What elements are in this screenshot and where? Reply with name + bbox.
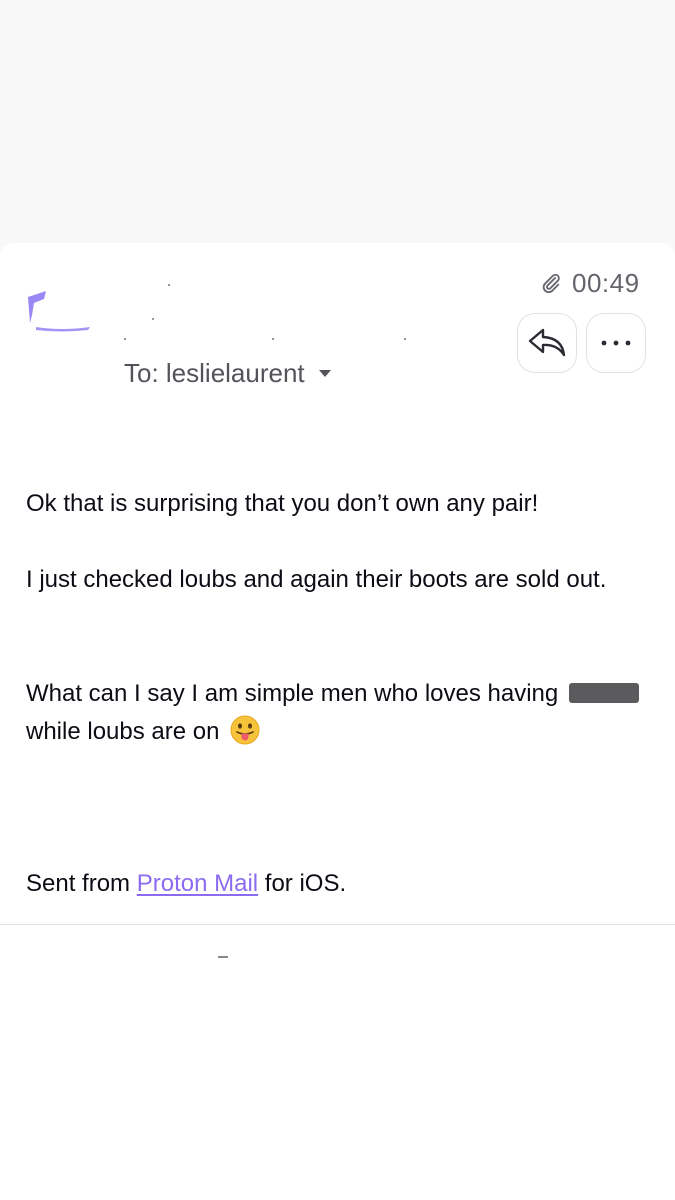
reply-button[interactable] [517, 313, 577, 373]
redaction-bar [568, 683, 639, 703]
proton-mail-link[interactable]: Proton Mail [137, 870, 258, 897]
signature-suffix: for iOS. [258, 870, 347, 897]
dash-mark [218, 956, 228, 958]
paragraph-3-start: What can I say I am simple men who loves… [26, 680, 559, 707]
reply-icon [528, 328, 566, 357]
divider [0, 924, 675, 925]
message-time: 00:49 [572, 268, 640, 298]
message-paragraph-3: What can I say I am simple men who loves… [26, 675, 666, 751]
paperclip-icon [542, 273, 560, 294]
message-paragraph-1: Ok that is surprising that you don’t own… [26, 490, 539, 517]
caret-down-icon [318, 370, 331, 377]
sender-name-redacted[interactable] [122, 284, 422, 348]
message-paragraph-2: I just checked loubs and again their boo… [26, 566, 607, 593]
signature: Sent from Proton Mail for iOS. [26, 865, 666, 903]
more-dots-icon [601, 340, 631, 346]
signature-prefix: Sent from [26, 870, 137, 897]
sender-avatar [28, 291, 90, 332]
tongue-out-emoji-icon [230, 715, 260, 745]
more-options-button[interactable] [586, 313, 646, 373]
recipient-label: To: leslielaurent [124, 358, 305, 388]
paragraph-3-end: while loubs are on [26, 718, 220, 745]
recipients-toggle[interactable]: To: leslielaurent [124, 358, 331, 389]
